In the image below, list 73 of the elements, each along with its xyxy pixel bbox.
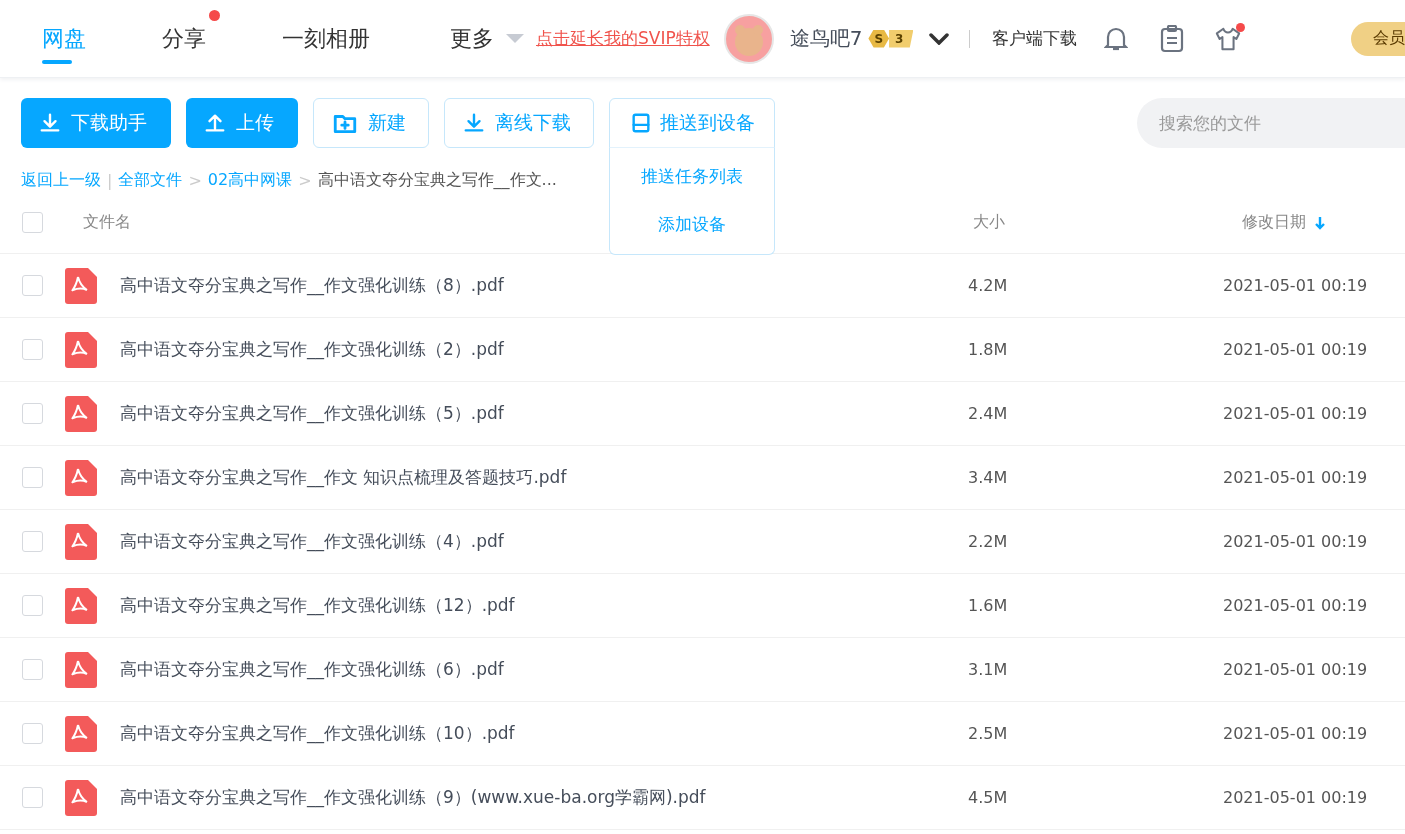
pdf-file-icon (65, 459, 97, 496)
file-size: 2.5M (968, 724, 1009, 743)
breadcrumb-current: 高中语文夺分宝典之写作__作文... (317, 169, 557, 191)
pdf-file-icon (65, 331, 97, 368)
file-size: 4.2M (968, 276, 1009, 295)
file-size: 2.4M (968, 404, 1009, 423)
bell-icon[interactable] (1104, 25, 1129, 52)
pdf-file-icon (65, 715, 97, 752)
modified-date: 2021-05-01 00:19 (1223, 404, 1369, 423)
column-header[interactable]: 大小 (973, 212, 1005, 233)
file-size: 4.5M (968, 788, 1009, 807)
column-header[interactable]: 文件名 (83, 212, 131, 233)
pdf-file-icon (65, 395, 97, 432)
file-name[interactable]: 高中语文夺分宝典之写作__作文强化训练（9）(www.xue-ba.org学霸网).pdf (120, 786, 968, 809)
svip-link[interactable]: 点击延长我的SVIP特权 (536, 27, 710, 50)
row-checkbox[interactable] (22, 787, 43, 808)
modified-date: 2021-05-01 00:19 (1223, 276, 1369, 295)
upload-icon (204, 112, 226, 134)
row-checkbox[interactable] (22, 659, 43, 680)
file-name[interactable]: 高中语文夺分宝典之写作__作文强化训练（5）.pdf (120, 402, 968, 425)
row-checkbox[interactable] (22, 531, 43, 552)
vip-button[interactable]: 会员 (1351, 21, 1405, 56)
file-name[interactable]: 高中语文夺分宝典之写作__作文 知识点梳理及答题技巧.pdf (120, 466, 968, 489)
select-all-checkbox[interactable] (22, 212, 43, 233)
modified-date: 2021-05-01 00:19 (1223, 596, 1369, 615)
chevron-down-icon[interactable] (929, 32, 950, 45)
download-icon (463, 112, 485, 134)
modified-date: 2021-05-01 00:19 (1223, 532, 1369, 551)
pdf-file-icon (65, 651, 97, 688)
clipboard-icon[interactable] (1160, 24, 1185, 53)
row-checkbox[interactable] (22, 723, 43, 744)
pdf-file-icon (65, 267, 97, 304)
divider-text: | (107, 170, 113, 190)
client-download-link[interactable]: 客户端下载 (992, 27, 1078, 50)
modified-date: 2021-05-01 00:19 (1223, 724, 1369, 743)
modified-date: 2021-05-01 00:19 (1223, 468, 1369, 487)
nav-tab[interactable]: 分享 (162, 0, 220, 78)
download-icon (39, 112, 61, 134)
search-field[interactable]: 搜索您的文件 (1137, 98, 1405, 148)
file-size: 1.6M (968, 596, 1009, 615)
level-badge: S 3 (868, 28, 914, 49)
column-header[interactable]: 修改日期 (1242, 212, 1306, 233)
row-checkbox[interactable] (22, 403, 43, 424)
shirt-icon[interactable] (1215, 25, 1242, 52)
file-name[interactable]: 高中语文夺分宝典之写作__作文强化训练（8）.pdf (120, 274, 968, 297)
row-checkbox[interactable] (22, 467, 43, 488)
avatar[interactable] (723, 13, 774, 64)
file-name[interactable]: 高中语文夺分宝典之写作__作文强化训练（4）.pdf (120, 530, 968, 553)
pdf-file-icon (65, 523, 97, 560)
breadcrumb-separator: > (298, 170, 312, 190)
file-size: 3.4M (968, 468, 1009, 487)
caret-icon (506, 33, 524, 44)
device-icon (629, 112, 652, 134)
modified-date: 2021-05-01 00:19 (1223, 340, 1369, 359)
nav-tab[interactable]: 一刻相册 (282, 0, 370, 78)
file-size: 2.2M (968, 532, 1009, 551)
pdf-file-icon (65, 587, 97, 624)
file-size: 1.8M (968, 340, 1009, 359)
notification-dot (209, 9, 220, 21)
pdf-file-icon (65, 779, 97, 816)
breadcrumb-separator: > (188, 170, 202, 190)
file-name[interactable]: 高中语文夺分宝典之写作__作文强化训练（2）.pdf (120, 338, 968, 361)
username[interactable]: 途鸟吧7 (789, 25, 863, 52)
file-name[interactable]: 高中语文夺分宝典之写作__作文强化训练（10）.pdf (120, 722, 968, 745)
file-size: 3.1M (968, 660, 1009, 679)
modified-date: 2021-05-01 00:19 (1223, 660, 1369, 679)
row-checkbox[interactable] (22, 339, 43, 360)
modified-date: 2021-05-01 00:19 (1223, 788, 1369, 807)
file-name[interactable]: 高中语文夺分宝典之写作__作文强化训练（6）.pdf (120, 658, 968, 681)
row-checkbox[interactable] (22, 595, 43, 616)
more-menu[interactable]: 更多 (450, 23, 524, 54)
row-checkbox[interactable] (22, 275, 43, 296)
file-name[interactable]: 高中语文夺分宝典之写作__作文强化训练（12）.pdf (120, 594, 968, 617)
